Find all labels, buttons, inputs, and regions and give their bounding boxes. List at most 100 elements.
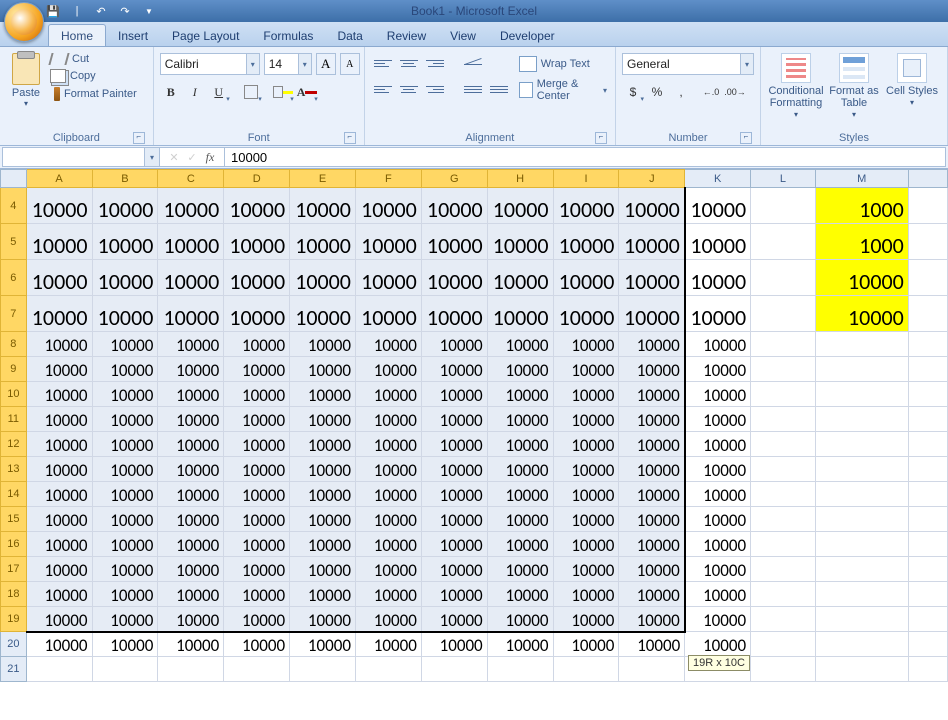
cell-D15[interactable]: 10000 [224,507,290,532]
grow-font-button[interactable]: A [316,53,336,75]
save-icon[interactable]: 💾 [44,2,62,20]
column-header-L[interactable]: L [751,170,816,188]
cell-D5[interactable]: 10000 [224,224,290,260]
cell-F21[interactable] [355,657,421,682]
cut-button[interactable]: Cut [50,53,137,65]
cell-B8[interactable]: 10000 [92,332,158,357]
cell-I21[interactable] [553,657,619,682]
row-header-12[interactable]: 12 [1,432,27,457]
cell-K5[interactable]: 10000 [685,224,751,260]
tab-review[interactable]: Review [375,25,438,46]
column-header-E[interactable]: E [290,170,356,188]
cell-L16[interactable] [751,532,816,557]
border-button[interactable]: ▾ [240,81,262,103]
cell-M15[interactable] [815,507,908,532]
align-right-button[interactable] [423,79,447,99]
row-header-6[interactable]: 6 [1,260,27,296]
cell-C15[interactable]: 10000 [158,507,224,532]
cell-B16[interactable]: 10000 [92,532,158,557]
cell-I10[interactable]: 10000 [553,382,619,407]
cell-B11[interactable]: 10000 [92,407,158,432]
cell-H17[interactable]: 10000 [487,557,553,582]
cell-G4[interactable]: 10000 [421,188,487,224]
cell-A4[interactable]: 10000 [26,188,92,224]
cell-L10[interactable] [751,382,816,407]
row-header-9[interactable]: 9 [1,357,27,382]
formula-bar[interactable]: 10000 [225,147,946,167]
chevron-down-icon[interactable]: ▾ [246,54,259,74]
cell-H10[interactable]: 10000 [487,382,553,407]
cell-D21[interactable] [224,657,290,682]
column-header-K[interactable]: K [685,170,751,188]
chevron-down-icon[interactable]: ▾ [740,54,753,74]
cell-K13[interactable]: 10000 [685,457,751,482]
cell-H20[interactable]: 10000 [487,632,553,657]
cell-B9[interactable]: 10000 [92,357,158,382]
cell-G17[interactable]: 10000 [421,557,487,582]
cell-I17[interactable]: 10000 [553,557,619,582]
cell-D16[interactable]: 10000 [224,532,290,557]
office-button[interactable] [4,2,44,42]
cell-D4[interactable]: 10000 [224,188,290,224]
cell-E5[interactable]: 10000 [290,224,356,260]
cell-B20[interactable]: 10000 [92,632,158,657]
cell-I14[interactable]: 10000 [553,482,619,507]
align-middle-button[interactable] [397,53,421,73]
cell-I16[interactable]: 10000 [553,532,619,557]
cell-H18[interactable]: 10000 [487,582,553,607]
paste-menu-arrow[interactable]: ▾ [24,99,28,108]
cell-E14[interactable]: 10000 [290,482,356,507]
tab-formulas[interactable]: Formulas [251,25,325,46]
cell-B18[interactable]: 10000 [92,582,158,607]
cell-F4[interactable]: 10000 [355,188,421,224]
cell-G12[interactable]: 10000 [421,432,487,457]
cell-B19[interactable]: 10000 [92,607,158,632]
cell-C14[interactable]: 10000 [158,482,224,507]
column-header-I[interactable]: I [553,170,619,188]
column-header-H[interactable]: H [487,170,553,188]
cell-C9[interactable]: 10000 [158,357,224,382]
undo-icon[interactable]: ↶ [92,2,110,20]
row-header-13[interactable]: 13 [1,457,27,482]
cell-A21[interactable] [26,657,92,682]
cell-D9[interactable]: 10000 [224,357,290,382]
cell-E7[interactable]: 10000 [290,296,356,332]
cell-E21[interactable] [290,657,356,682]
cell-K16[interactable]: 10000 [685,532,751,557]
cell-H21[interactable] [487,657,553,682]
cell-J15[interactable]: 10000 [619,507,685,532]
row-header-19[interactable]: 19 [1,607,27,632]
cell-K19[interactable]: 10000 [685,607,751,632]
cell-C7[interactable]: 10000 [158,296,224,332]
cell-B15[interactable]: 10000 [92,507,158,532]
cell-L7[interactable] [751,296,816,332]
cell-H19[interactable]: 10000 [487,607,553,632]
cell-E9[interactable]: 10000 [290,357,356,382]
cell[interactable] [908,260,947,296]
cell-H4[interactable]: 10000 [487,188,553,224]
name-box[interactable]: ▾ [2,147,160,167]
wrap-text-button[interactable]: Wrap Text [519,53,607,75]
cell-A12[interactable]: 10000 [26,432,92,457]
cell-M18[interactable] [815,582,908,607]
cell-G11[interactable]: 10000 [421,407,487,432]
row-header-17[interactable]: 17 [1,557,27,582]
cell-H12[interactable]: 10000 [487,432,553,457]
qat-customize-icon[interactable]: ▼ [140,2,158,20]
cell-K17[interactable]: 10000 [685,557,751,582]
cell[interactable] [908,632,947,657]
decrease-decimal-button[interactable]: .00→ [724,81,746,103]
tab-home[interactable]: Home [48,24,106,46]
cell-E20[interactable]: 10000 [290,632,356,657]
cell-F18[interactable]: 10000 [355,582,421,607]
cell-L13[interactable] [751,457,816,482]
cell[interactable] [908,357,947,382]
cell-M20[interactable] [815,632,908,657]
cell-A18[interactable]: 10000 [26,582,92,607]
cell-D20[interactable]: 10000 [224,632,290,657]
cell-I8[interactable]: 10000 [553,332,619,357]
cell-K14[interactable]: 10000 [685,482,751,507]
cell-M9[interactable] [815,357,908,382]
column-header-J[interactable]: J [619,170,685,188]
cell-I5[interactable]: 10000 [553,224,619,260]
